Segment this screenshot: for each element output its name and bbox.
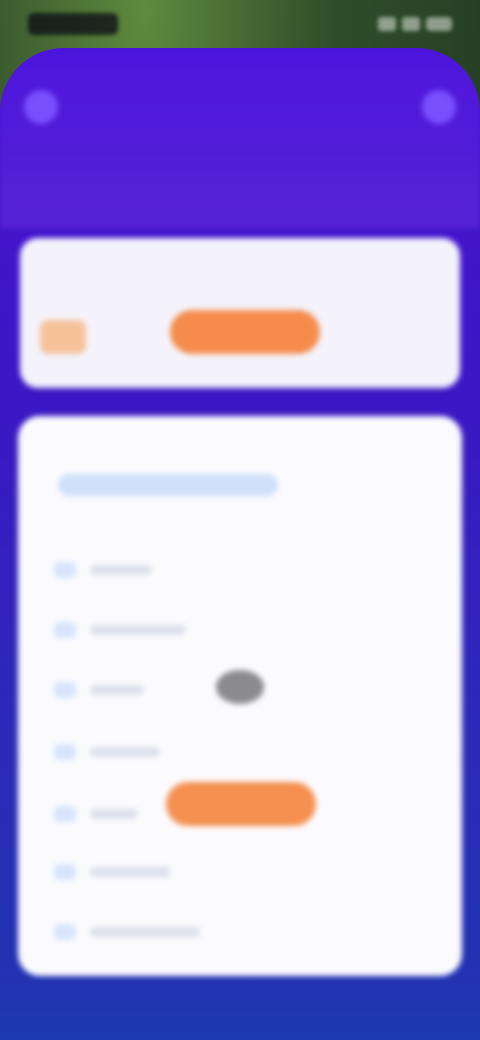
- promo-card: [20, 238, 460, 388]
- list-item[interactable]: [54, 864, 170, 880]
- list-item[interactable]: [54, 744, 160, 760]
- list-item[interactable]: [54, 682, 144, 698]
- signal-icon: [378, 17, 396, 31]
- app-header: [0, 48, 480, 228]
- list-icon: [54, 622, 76, 638]
- list-item-label: [90, 867, 170, 877]
- list-item-label: [90, 809, 138, 819]
- main-card: [18, 416, 462, 976]
- list-icon: [54, 562, 76, 578]
- primary-action-button[interactable]: [166, 782, 316, 826]
- battery-icon: [426, 17, 452, 31]
- list-item[interactable]: [54, 924, 200, 940]
- promo-button[interactable]: [170, 310, 320, 354]
- wifi-icon: [402, 17, 420, 31]
- list-icon: [54, 924, 76, 940]
- avatar: [216, 670, 264, 704]
- status-time: [28, 13, 118, 35]
- list-item[interactable]: [54, 806, 138, 822]
- list-icon: [54, 806, 76, 822]
- list-item[interactable]: [54, 562, 152, 578]
- search-input[interactable]: [58, 474, 278, 496]
- status-bar: [0, 0, 480, 48]
- gift-icon: [40, 320, 86, 354]
- list-icon: [54, 682, 76, 698]
- list-item-label: [90, 625, 186, 635]
- profile-icon[interactable]: [422, 90, 456, 124]
- list-item-label: [90, 685, 144, 695]
- list-item-label: [90, 927, 200, 937]
- list-icon: [54, 744, 76, 760]
- list-item-label: [90, 747, 160, 757]
- list-item-label: [90, 565, 152, 575]
- menu-icon[interactable]: [24, 90, 58, 124]
- app-screen: [0, 48, 480, 1040]
- list-item[interactable]: [54, 622, 186, 638]
- bottom-bar: [0, 980, 480, 1040]
- list-icon: [54, 864, 76, 880]
